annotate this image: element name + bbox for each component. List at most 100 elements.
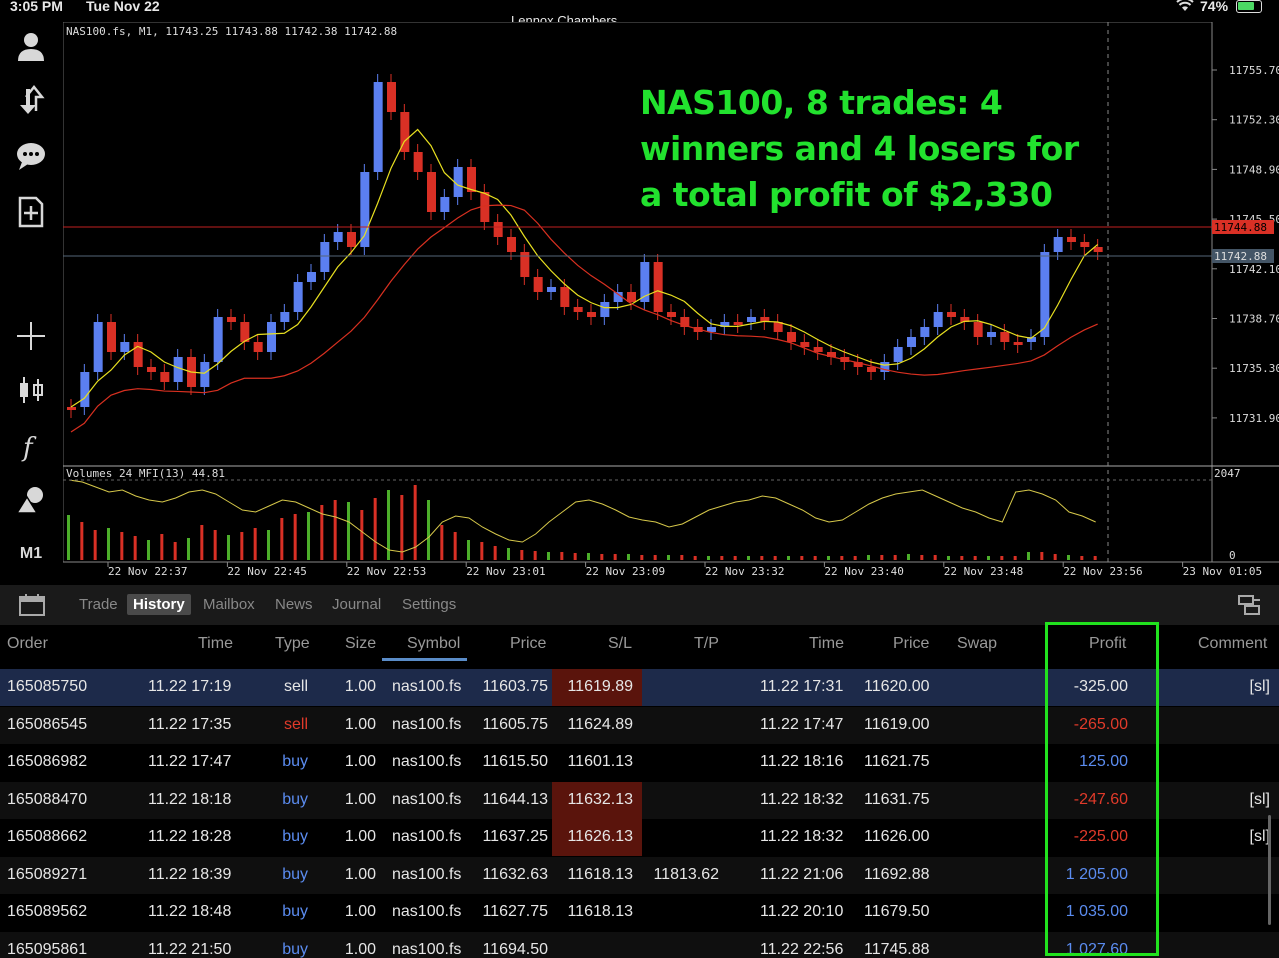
volume-bar (347, 502, 350, 560)
cell-type: buy (282, 790, 308, 808)
timeframe-button[interactable]: M1 (8, 534, 54, 574)
volume-bar (933, 555, 937, 560)
volume-bar (707, 556, 710, 560)
indicator-header: Volumes 24 MFI(13) 44.81 (66, 467, 225, 480)
time-tick-label: 23 Nov 01:05 (1183, 565, 1262, 578)
col-order[interactable]: Order (7, 635, 48, 653)
calendar-icon[interactable] (18, 593, 46, 617)
cell-tp: 11813.62 (653, 865, 719, 883)
col-size[interactable]: Size (345, 635, 376, 653)
candle-body (427, 172, 436, 212)
cell-open-time: 11.22 17:19 (148, 678, 232, 695)
volume-bar (400, 495, 404, 560)
tab-history[interactable]: History (127, 594, 191, 615)
cell-sl: 11624.89 (567, 715, 633, 733)
volume-bar (253, 528, 257, 560)
candle-body (293, 282, 303, 312)
cell-size: 1.00 (344, 715, 376, 733)
volume-bar (280, 518, 284, 560)
col-close-time[interactable]: Time (809, 635, 844, 653)
volume-bar (520, 550, 524, 560)
volume-bar (173, 542, 177, 560)
volume-bar (507, 548, 510, 560)
cell-order: 165088470 (7, 790, 88, 808)
cell-close-time: 11.22 18:16 (760, 753, 844, 770)
candle-body (493, 222, 503, 237)
cell-price: 11627.75 (482, 903, 548, 920)
volume-bar (227, 535, 230, 560)
cell-order: 165088662 (7, 828, 88, 845)
col-symbol[interactable]: Symbol (407, 635, 460, 653)
cell-symbol: nas100.fs (392, 865, 462, 883)
volume-bar (867, 555, 870, 560)
chat-icon[interactable] (8, 136, 54, 176)
volume-bar (840, 556, 844, 560)
volume-bar (667, 555, 670, 560)
col-sl[interactable]: S/L (608, 635, 632, 653)
shapes-icon[interactable] (8, 480, 54, 520)
tab-trade[interactable]: Trade (73, 594, 124, 615)
cell-close-time: 11.22 20:10 (760, 903, 844, 920)
price-tick-label: 11742.10 (1229, 263, 1279, 276)
volume-bar (947, 556, 950, 560)
candle-body (733, 322, 743, 325)
candle-body (987, 332, 996, 337)
time-tick-label: 22 Nov 23:01 (466, 565, 545, 578)
cell-close-price: 11619.00 (864, 715, 930, 733)
price-tick-label: 11731.90 (1229, 412, 1279, 425)
status-time: 3:05 PM (10, 0, 63, 14)
col-tp[interactable]: T/P (694, 635, 719, 653)
cell-order: 165089562 (7, 903, 88, 920)
tab-settings[interactable]: Settings (396, 594, 462, 615)
cell-size: 1.00 (344, 828, 376, 845)
account-icon[interactable] (8, 26, 54, 66)
candle-body (973, 322, 983, 337)
chart-header: NAS100.fs, M1, 11743.25 11743.88 11742.3… (66, 25, 397, 38)
cell-sl: 11632.13 (567, 790, 633, 808)
cell-close-time: 11.22 17:31 (760, 678, 844, 695)
candle-body (1013, 342, 1023, 345)
cell-price: 11615.50 (482, 753, 548, 770)
candle-body (800, 342, 810, 347)
volume-bar (493, 546, 497, 560)
col-comment[interactable]: Comment (1198, 635, 1267, 653)
tab-mailbox[interactable]: Mailbox (197, 594, 261, 615)
crosshair-icon[interactable] (8, 316, 54, 356)
volume-bar (853, 556, 857, 560)
function-icon[interactable]: f (8, 426, 54, 466)
col-type[interactable]: Type (275, 635, 310, 653)
cell-price: 11632.63 (482, 865, 548, 883)
cell-symbol: nas100.fs (392, 715, 462, 733)
cell-symbol: nas100.fs (392, 790, 462, 808)
tab-news[interactable]: News (269, 594, 319, 615)
candle-body (253, 342, 263, 352)
cell-order: 165089271 (7, 865, 88, 883)
price-tick-label: 11748.90 (1229, 163, 1279, 176)
cell-size: 1.00 (344, 678, 376, 695)
candle-body (387, 82, 396, 112)
col-price[interactable]: Price (510, 635, 546, 653)
candle-body (80, 372, 90, 407)
cell-size: 1.00 (344, 753, 376, 770)
volume-bar (800, 556, 804, 560)
cell-comment: [sl] (1249, 828, 1270, 845)
time-tick-label: 22 Nov 22:45 (227, 565, 306, 578)
time-tick-label: 22 Nov 22:53 (347, 565, 426, 578)
volume-bar (240, 532, 244, 560)
volume-bar (93, 530, 97, 560)
new-document-icon[interactable] (8, 192, 54, 232)
time-tick-label: 22 Nov 23:32 (705, 565, 784, 578)
col-close-price[interactable]: Price (893, 635, 929, 653)
price-tick-label: 11735.30 (1229, 362, 1279, 375)
sort-indicator (382, 658, 467, 661)
col-open-time[interactable]: Time (198, 635, 233, 653)
tab-journal[interactable]: Journal (326, 594, 387, 615)
candle-body (1040, 252, 1050, 337)
col-swap[interactable]: Swap (957, 635, 997, 653)
trade-arrows-icon[interactable] (8, 80, 54, 120)
layout-toggle-icon[interactable] (1236, 592, 1262, 618)
candlestick-icon[interactable] (8, 370, 54, 410)
cell-size: 1.00 (344, 903, 376, 920)
table-scrollbar[interactable] (1268, 815, 1271, 925)
cell-sl: 11626.13 (567, 828, 633, 845)
